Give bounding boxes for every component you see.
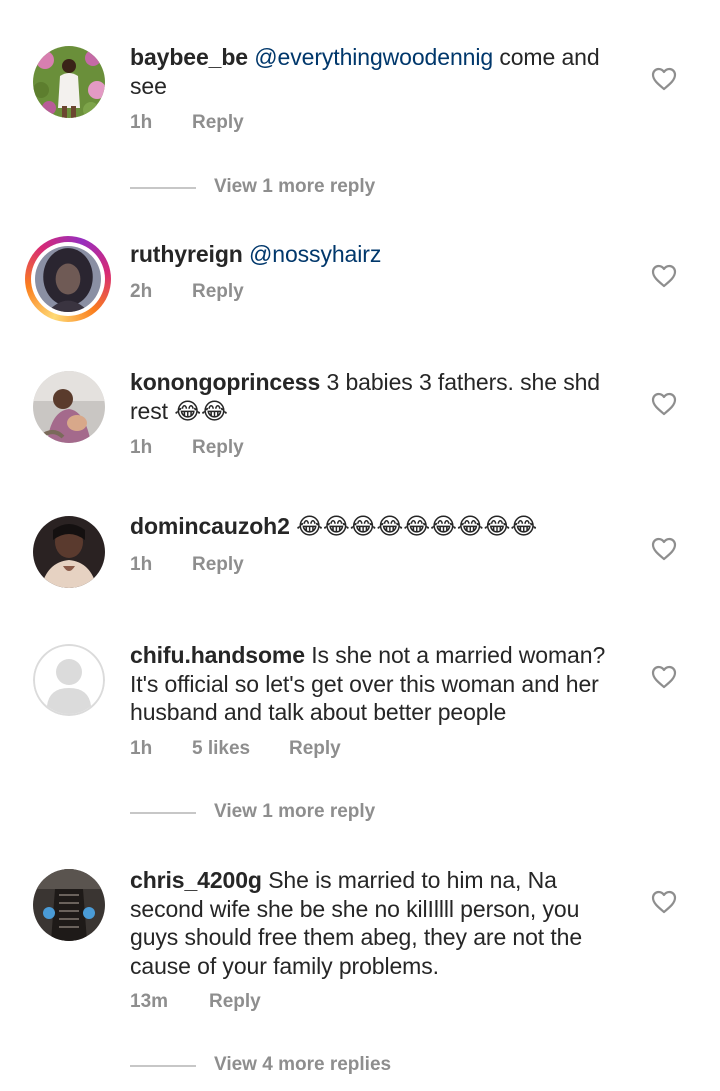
heart-outline-icon (651, 537, 677, 561)
comment-time: 2h (130, 281, 153, 302)
comment-text: chifu.handsome Is she not a married woma… (130, 641, 630, 727)
comment-username[interactable]: baybee_be (130, 44, 248, 70)
like-button[interactable] (651, 264, 677, 288)
heart-outline-icon (651, 264, 677, 288)
default-user-icon (33, 644, 105, 716)
heart-outline-icon (651, 665, 677, 689)
like-button[interactable] (651, 537, 677, 561)
comment-meta: 2h Reply (130, 281, 244, 303)
comment-text: ruthyreign @nossyhairz (130, 240, 630, 269)
view-more-label[interactable]: View 1 more reply (214, 801, 375, 823)
comment-text: konongoprincess 3 babies 3 fathers. she … (130, 368, 630, 425)
view-more-label[interactable]: View 4 more replies (214, 1054, 391, 1076)
comment-meta: 13m Reply (130, 991, 261, 1013)
divider-line (130, 1065, 196, 1067)
divider-line (130, 812, 196, 814)
avatar[interactable] (33, 46, 105, 118)
avatar[interactable] (33, 869, 105, 941)
like-button[interactable] (651, 67, 677, 91)
comment-body: 😂😂😂😂😂😂😂😂😂 (296, 513, 538, 539)
comment-username[interactable]: ruthyreign (130, 241, 243, 267)
comment-time: 1h (130, 437, 153, 458)
reply-button[interactable]: Reply (209, 991, 261, 1013)
comment-username[interactable]: chifu.handsome (130, 642, 305, 668)
comment-text: domincauzoh2 😂😂😂😂😂😂😂😂😂 (130, 512, 630, 541)
comment-meta: 1h Reply (130, 112, 244, 134)
comment-time: 1h (130, 738, 153, 759)
reply-button[interactable]: Reply (289, 738, 341, 760)
heart-outline-icon (651, 392, 677, 416)
comment-time: 1h (130, 112, 153, 133)
comment-text: baybee_be @everythingwoodennig come and … (130, 43, 630, 100)
avatar[interactable] (33, 644, 105, 716)
reply-button[interactable]: Reply (192, 281, 244, 303)
divider-line (130, 187, 196, 189)
comment-text: chris_4200g She is married to him na, Na… (130, 866, 630, 980)
heart-outline-icon (651, 890, 677, 914)
avatar-with-story-ring[interactable] (25, 236, 111, 322)
like-button[interactable] (651, 665, 677, 689)
like-button[interactable] (651, 392, 677, 416)
comment-mention[interactable]: @everythingwoodennig (254, 44, 493, 70)
comment-time: 13m (130, 991, 169, 1012)
comment-meta: 1h Reply (130, 437, 244, 459)
comment-time: 1h (130, 554, 153, 575)
reply-button[interactable]: Reply (192, 437, 244, 459)
comment-username[interactable]: chris_4200g (130, 867, 262, 893)
comment-meta: 1h Reply (130, 554, 244, 576)
comment-username[interactable]: domincauzoh2 (130, 513, 290, 539)
reply-button[interactable]: Reply (192, 554, 244, 576)
heart-outline-icon (651, 67, 677, 91)
comment-meta: 1h 5 likes Reply (130, 738, 341, 760)
likes-count[interactable]: 5 likes (192, 738, 250, 760)
reply-button[interactable]: Reply (192, 112, 244, 134)
avatar[interactable] (33, 371, 105, 443)
avatar[interactable] (33, 516, 105, 588)
view-more-label[interactable]: View 1 more reply (214, 176, 375, 198)
like-button[interactable] (651, 890, 677, 914)
comment-mention[interactable]: @nossyhairz (249, 241, 381, 267)
comment-username[interactable]: konongoprincess (130, 369, 320, 395)
